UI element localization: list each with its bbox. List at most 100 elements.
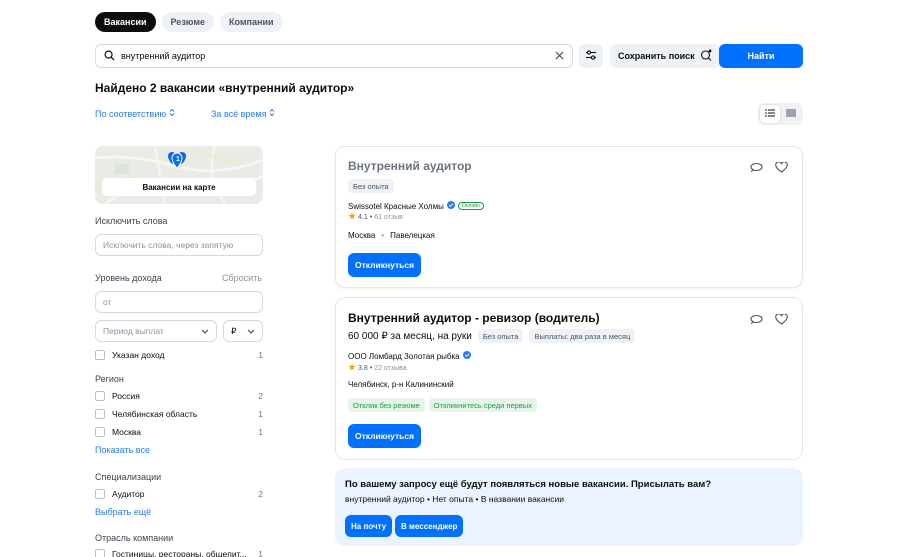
metro-icon: •: [381, 231, 385, 240]
save-search-icon: [700, 49, 712, 63]
tab-companies[interactable]: Компании: [220, 12, 283, 32]
company-label: ООО Ломбард Золотая рыбка: [348, 351, 460, 361]
view-toggle: [758, 103, 803, 125]
chevron-updown-icon: [269, 108, 275, 119]
reviews-count: 22 отзыва: [374, 364, 407, 372]
list-view-button[interactable]: [760, 105, 780, 123]
checkbox-count: 2: [258, 489, 263, 499]
star-icon: [348, 212, 356, 222]
star-icon: [348, 363, 356, 373]
search-query: внутренний аудитор: [121, 51, 206, 61]
income-label: Уровень дохода: [95, 273, 162, 283]
checkbox-label: Челябинская область: [112, 409, 198, 419]
company-rating: 3.8 • 22 отзыва: [348, 363, 407, 373]
find-button[interactable]: Найти: [719, 44, 803, 68]
tag-be-first: Откликнитесь среди первых: [428, 398, 537, 412]
checkbox[interactable]: [95, 391, 105, 401]
compact-view-button[interactable]: [782, 105, 802, 123]
checkbox-count: 1: [258, 549, 263, 557]
sort-period-label: За всё время: [211, 108, 267, 119]
chevron-down-icon: [201, 326, 209, 336]
verified-check-icon: [446, 201, 455, 211]
bullet: •: [369, 364, 373, 372]
vacancy-location: Москва • Павелецкая: [348, 231, 435, 240]
map-pin-count: 1: [176, 156, 180, 163]
chevron-updown-icon: [169, 108, 175, 119]
income-indicated-checkbox[interactable]: Указан доход 1: [95, 350, 263, 360]
checkbox-count: 1: [258, 427, 263, 437]
checkbox[interactable]: [95, 549, 105, 557]
map-vacancies-button[interactable]: Вакансии на карте: [102, 178, 256, 196]
search-input[interactable]: внутренний аудитор: [95, 44, 573, 68]
show-all-regions-link[interactable]: Показать все: [95, 445, 150, 455]
region-label: Регион: [95, 374, 124, 384]
favorite-heart-icon[interactable]: [775, 313, 788, 327]
subscribe-email-button[interactable]: На почту: [345, 515, 393, 537]
list-icon: [764, 109, 775, 119]
online-badge: Онлайн: [457, 202, 484, 210]
metro-label: Павелецкая: [390, 231, 435, 240]
company-rating: 4.1 • 61 отзыв: [348, 212, 403, 222]
sort-period-dropdown[interactable]: За всё время: [211, 108, 275, 119]
region-checkbox-chelyabinsk[interactable]: Челябинская область 1: [95, 409, 263, 419]
rating-value: 3.8: [358, 364, 368, 372]
tab-vacancies[interactable]: Вакансии: [95, 12, 156, 32]
exclude-words-input[interactable]: Исключить слова, через запятую: [95, 234, 263, 256]
company-name[interactable]: ООО Ломбард Золотая рыбка: [348, 351, 471, 361]
vacancy-title[interactable]: Внутренний аудитор - ревизор (водитель): [348, 311, 600, 325]
vacancy-address: Челябинск, р-н Калининский: [348, 380, 454, 389]
experience-chip: Без опыта: [348, 179, 394, 193]
region-checkbox-russia[interactable]: Россия 2: [95, 391, 263, 401]
company-name[interactable]: Swissotel Красные Холмы Онлайн: [348, 201, 484, 211]
vacancy-title[interactable]: Внутренний аудитор: [348, 159, 472, 173]
compact-list-icon: [786, 109, 797, 119]
favorite-heart-icon[interactable]: [775, 161, 788, 175]
clear-icon[interactable]: [555, 50, 564, 62]
vacancy-tags: Отклик без резюме Откликнитесь среди пер…: [348, 398, 537, 412]
company-label: Swissotel Красные Холмы: [348, 201, 444, 211]
apply-button[interactable]: Откликнуться: [348, 424, 422, 448]
income-from-input[interactable]: от: [95, 291, 263, 313]
sort-order-dropdown[interactable]: По соответствию: [95, 108, 175, 119]
experience-chip: Без опыта: [477, 329, 524, 343]
industry-label: Отрасль компании: [95, 533, 174, 543]
tab-resumes[interactable]: Резюме: [161, 12, 215, 32]
top-tabs: Вакансии Резюме Компании: [95, 12, 283, 32]
checkbox-label: Указан доход: [112, 350, 165, 360]
vacancy-card[interactable]: Внутренний аудитор - ревизор (водитель) …: [335, 297, 803, 460]
industry-checkbox-hotels[interactable]: Гостиницы, рестораны, общепит... 1: [95, 549, 263, 557]
subscription-description: внутренний аудитор • Нет опыта • В назва…: [345, 494, 564, 504]
checkbox-label: Гостиницы, рестораны, общепит...: [112, 549, 247, 557]
checkbox-count: 2: [258, 391, 263, 401]
search-icon: [104, 50, 115, 63]
region-checkbox-moscow[interactable]: Москва 1: [95, 427, 263, 437]
results-heading: Найдено 2 вакансии «внутренний аудитор»: [95, 81, 355, 95]
filters-button[interactable]: [579, 44, 603, 68]
income-reset-link[interactable]: Сбросить: [222, 273, 262, 283]
vacancy-card[interactable]: Внутренний аудитор Без опыта Swissotel К…: [335, 146, 803, 288]
currency-select[interactable]: ₽: [223, 320, 263, 342]
salary-row: 60 000 ₽ за месяц, на руки Без опыта Вып…: [348, 329, 636, 343]
hide-icon[interactable]: [750, 314, 763, 327]
checkbox-label: Аудитор: [112, 489, 145, 499]
payment-period-label: Период выплат: [103, 326, 164, 336]
checkbox-count: 1: [258, 409, 263, 419]
specialization-checkbox-auditor[interactable]: Аудитор 2: [95, 489, 263, 499]
save-search-button[interactable]: Сохранить поиск: [610, 44, 720, 68]
choose-more-specializations-link[interactable]: Выбрать ещё: [95, 507, 151, 517]
verified-check-icon: [462, 351, 471, 361]
reviews-count: 61 отзыв: [374, 213, 403, 221]
rating-value: 4.1: [358, 213, 368, 221]
checkbox[interactable]: [95, 409, 105, 419]
currency-label: ₽: [231, 325, 237, 336]
checkbox[interactable]: [95, 350, 105, 360]
payment-period-select[interactable]: Период выплат: [95, 320, 217, 342]
salary-value: 60 000 ₽ за месяц, на руки: [348, 330, 472, 342]
tag-no-resume: Отклик без резюме: [348, 398, 425, 412]
subscribe-messenger-button[interactable]: В мессенджер: [395, 515, 464, 537]
apply-button[interactable]: Откликнуться: [348, 253, 422, 277]
checkbox[interactable]: [95, 489, 105, 499]
payouts-chip: Выплаты: два раза в месяц: [529, 329, 636, 343]
hide-icon[interactable]: [750, 162, 763, 175]
checkbox[interactable]: [95, 427, 105, 437]
